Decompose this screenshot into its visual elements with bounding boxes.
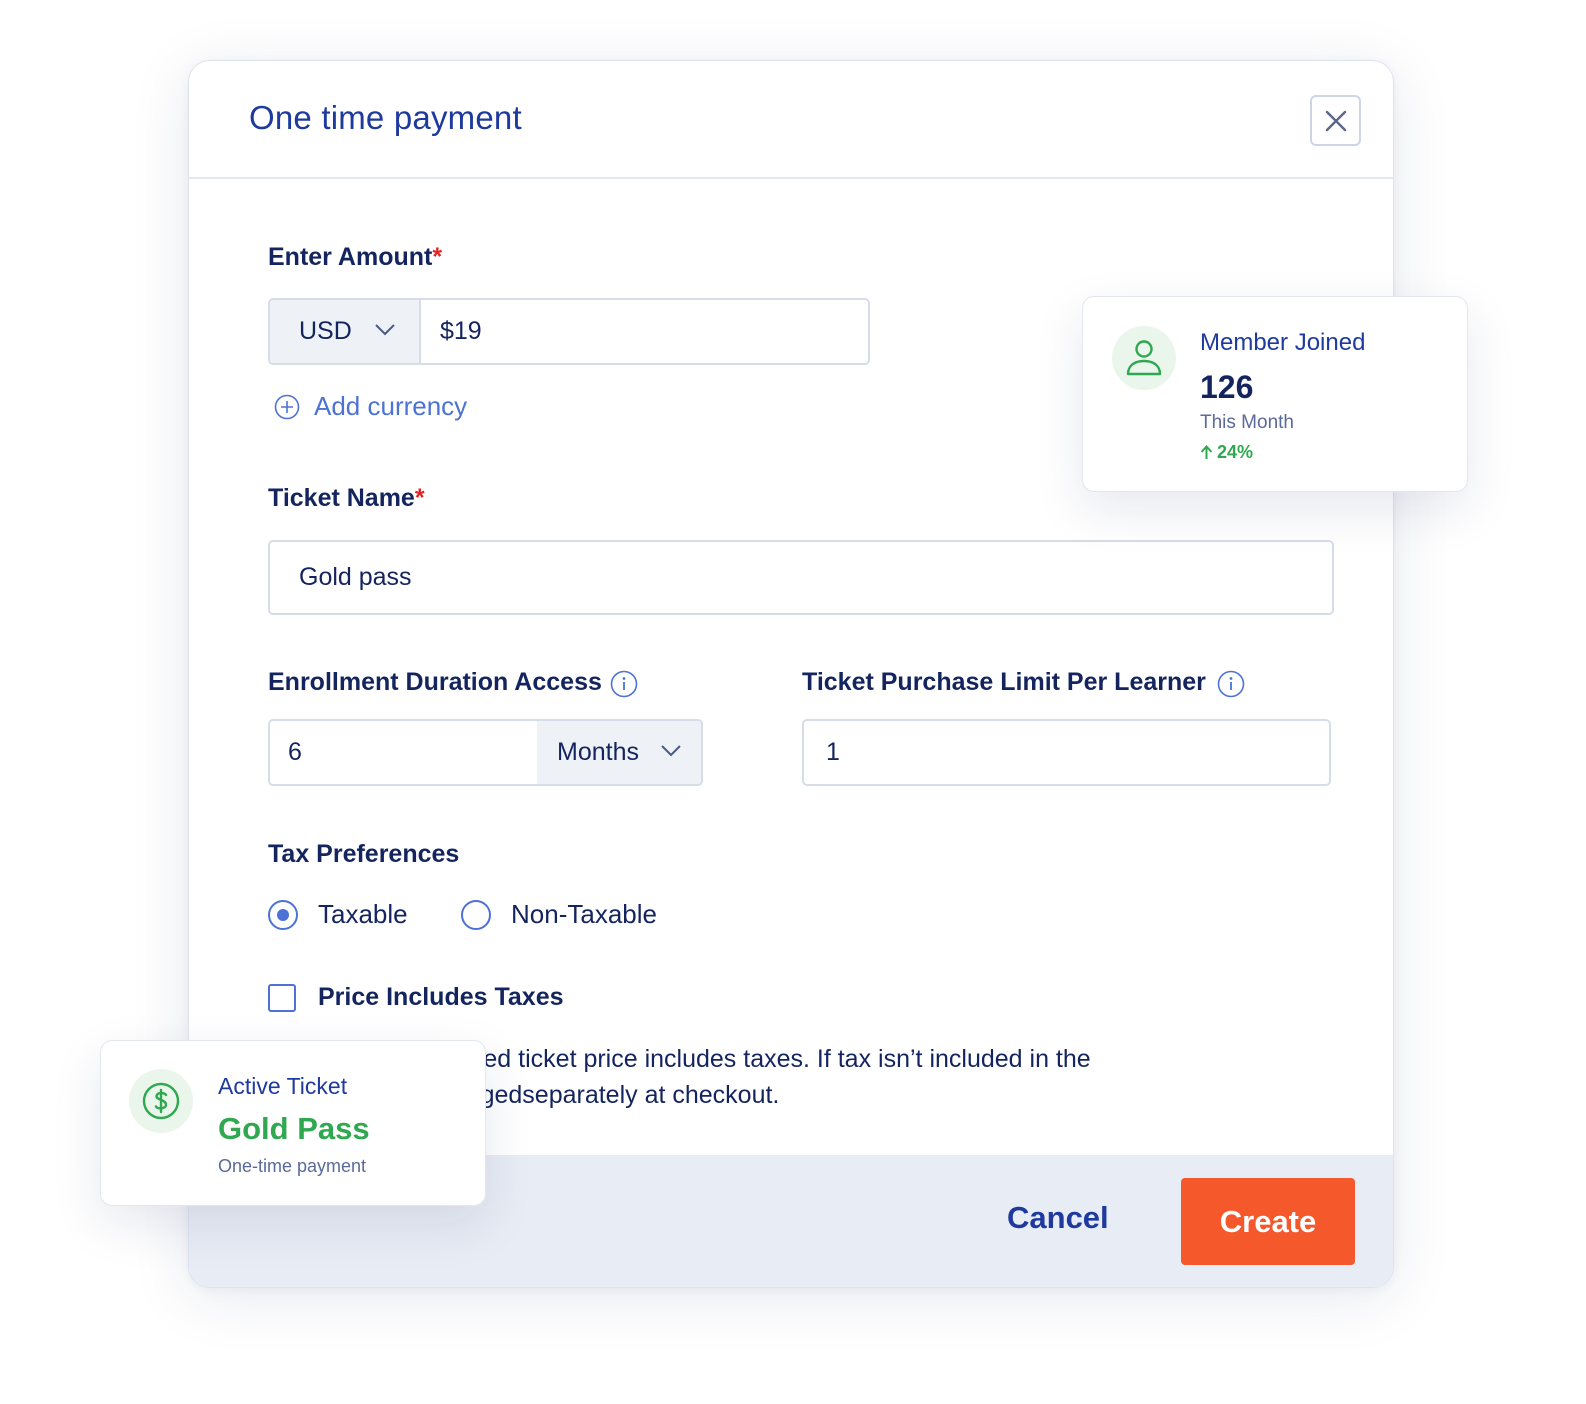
- radio-taxable-label: Taxable: [318, 899, 408, 929]
- radio-taxable[interactable]: Taxable: [268, 899, 408, 930]
- currency-select[interactable]: USD: [270, 300, 421, 363]
- required-mark: *: [432, 243, 443, 271]
- close-button[interactable]: [1310, 95, 1361, 146]
- info-icon[interactable]: [610, 670, 638, 698]
- purchase-limit-input[interactable]: 1: [802, 719, 1331, 786]
- currency-value: USD: [299, 317, 352, 345]
- amount-label: Enter Amount*: [268, 243, 443, 271]
- info-icon[interactable]: [1217, 670, 1245, 698]
- add-currency-link[interactable]: Add currency: [274, 391, 467, 422]
- ticket-name-input[interactable]: Gold pass: [268, 540, 1334, 615]
- member-period: This Month: [1200, 412, 1294, 433]
- member-delta-value: 24%: [1217, 442, 1254, 462]
- modal-header: One time payment: [189, 61, 1393, 179]
- enrollment-unit-value: Months: [557, 738, 639, 766]
- add-currency-label: Add currency: [314, 391, 468, 421]
- price-includes-taxes-label: Price Includes Taxes: [318, 983, 564, 1011]
- member-card-title: Member Joined: [1200, 329, 1366, 356]
- enrollment-duration-group: 6 Months: [268, 719, 703, 786]
- create-button[interactable]: Create: [1181, 1178, 1355, 1265]
- required-mark: *: [414, 484, 425, 512]
- radio-button-checked: [268, 899, 298, 930]
- ticket-card-title: Active Ticket: [218, 1073, 348, 1099]
- member-count: 126: [1200, 369, 1254, 405]
- member-icon-badge: [1112, 326, 1176, 390]
- enrollment-duration-input[interactable]: 6: [270, 721, 537, 784]
- user-icon: [1126, 340, 1162, 376]
- amount-input-group: USD $19: [268, 298, 870, 365]
- close-icon: [1325, 110, 1346, 131]
- radio-non-taxable-label: Non-Taxable: [511, 899, 657, 929]
- amount-input[interactable]: $19: [421, 300, 868, 363]
- active-ticket-card: Active Ticket Gold Pass One-time payment: [100, 1040, 486, 1206]
- dollar-circle-icon: [142, 1082, 180, 1120]
- ticket-name-label: Ticket Name*: [268, 484, 425, 512]
- arrow-up-icon: [1200, 445, 1213, 459]
- modal-title: One time payment: [249, 99, 522, 136]
- purchase-limit-label: Ticket Purchase Limit Per Learner: [802, 668, 1206, 696]
- ticket-card-type: One-time payment: [218, 1156, 367, 1176]
- ticket-card-name: Gold Pass: [218, 1111, 370, 1146]
- checkbox: [268, 983, 296, 1012]
- chevron-down-icon: [661, 745, 681, 757]
- enrollment-unit-select[interactable]: Months: [537, 721, 701, 784]
- cancel-button[interactable]: Cancel: [1007, 1200, 1109, 1236]
- chevron-down-icon: [375, 324, 395, 336]
- tax-preferences-label: Tax Preferences: [268, 840, 460, 868]
- price-includes-taxes-checkbox[interactable]: Price Includes Taxes: [268, 983, 564, 1012]
- plus-circle-icon: [274, 394, 300, 419]
- member-joined-card: Member Joined 126 This Month 24%: [1082, 296, 1468, 492]
- radio-non-taxable[interactable]: Non-Taxable: [461, 899, 657, 930]
- enrollment-label: Enrollment Duration Access: [268, 668, 602, 696]
- radio-button-unchecked: [461, 899, 491, 930]
- ticket-icon-badge: [129, 1069, 193, 1133]
- member-delta: 24%: [1200, 442, 1253, 463]
